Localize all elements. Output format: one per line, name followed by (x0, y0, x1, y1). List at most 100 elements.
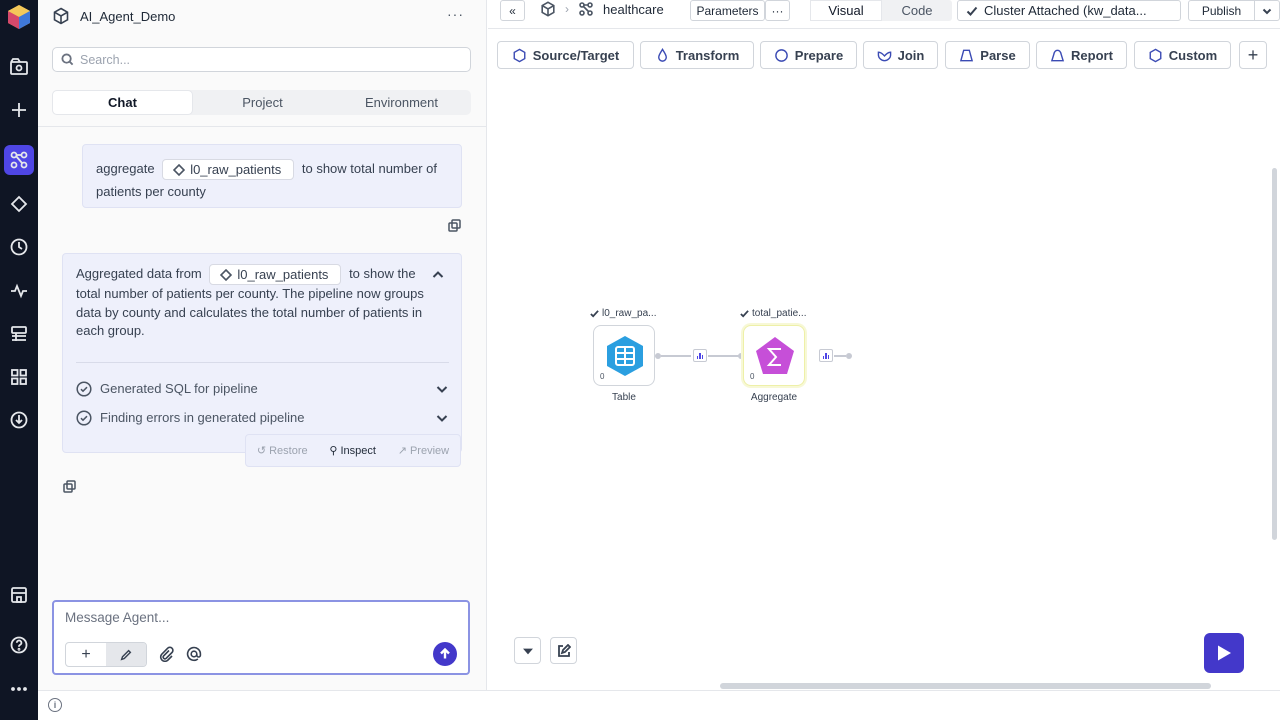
project-menu-button[interactable]: ··· (447, 6, 464, 22)
history-icon[interactable] (4, 232, 34, 262)
mention-button[interactable] (185, 645, 203, 663)
inspect-button[interactable]: ⚲ Inspect (329, 444, 376, 458)
tab-project[interactable]: Project (193, 90, 332, 115)
project-title: AI_Agent_Demo (80, 8, 176, 24)
step-label: Generated SQL for pipeline (100, 380, 258, 396)
info-icon[interactable]: i (48, 698, 62, 712)
publish-split-button: Publish (1188, 0, 1280, 21)
dataset-chip[interactable]: l0_raw_patients (209, 264, 342, 285)
gem-prepare-button[interactable]: Prepare (760, 41, 857, 69)
divider (488, 28, 1280, 29)
gem-custom-button[interactable]: Custom (1134, 41, 1231, 69)
table-node[interactable]: 0 (593, 325, 655, 386)
check-circle-icon (76, 381, 92, 397)
copy-button[interactable] (448, 219, 461, 235)
tab-chat[interactable]: Chat (52, 90, 193, 115)
edit-mode-button[interactable] (106, 643, 146, 666)
gem-icon[interactable] (4, 189, 34, 219)
trapezoid-icon (960, 49, 974, 61)
arrow-up-right-icon: ↗ (397, 445, 407, 457)
canvas-dropdown-button[interactable] (514, 637, 541, 664)
gem-report-button[interactable]: Report (1036, 41, 1127, 69)
run-pipeline-button[interactable] (1204, 633, 1244, 673)
copy-icon (63, 480, 76, 493)
plus-icon[interactable] (4, 95, 34, 125)
user-message-text: aggregate (96, 161, 155, 176)
connection[interactable] (661, 355, 691, 357)
step-item[interactable]: Finding errors in generated pipeline (76, 407, 449, 429)
app-logo-icon[interactable] (5, 3, 33, 31)
gem-transform-button[interactable]: Transform (640, 41, 754, 69)
chevron-down-icon (1262, 8, 1272, 14)
step-item[interactable]: Generated SQL for pipeline (76, 378, 449, 400)
aggregate-node[interactable]: 0 (743, 325, 805, 386)
vertical-scrollbar[interactable] (1272, 168, 1277, 540)
restore-button[interactable]: ↺ Restore (257, 444, 308, 458)
gem-join-button[interactable]: Join (863, 41, 938, 69)
send-button[interactable] (433, 642, 457, 666)
hexagon-icon (513, 48, 526, 62)
table-icon (607, 336, 643, 376)
gem-parse-button[interactable]: Parse (945, 41, 1030, 69)
pipeline-name[interactable]: healthcare (603, 2, 664, 17)
check-icon (590, 310, 599, 318)
sigma-icon (756, 337, 794, 374)
more-icon[interactable] (4, 674, 34, 704)
gem-icon (220, 268, 233, 281)
projects-icon[interactable] (4, 52, 34, 82)
node-count: 0 (600, 372, 605, 381)
caret-down-icon (522, 648, 533, 654)
gem-label: Join (897, 47, 925, 63)
datasets-icon[interactable] (4, 319, 34, 349)
pipeline-topbar: « › healthcare Parameters ··· Visual Cod… (488, 0, 1280, 22)
connection[interactable] (834, 355, 846, 357)
apps-grid-icon[interactable] (4, 362, 34, 392)
chevron-down-icon[interactable] (435, 411, 449, 425)
check-circle-icon (76, 410, 92, 426)
tab-code[interactable]: Code (882, 0, 952, 21)
publish-button[interactable]: Publish (1189, 1, 1255, 20)
circle-icon (774, 48, 788, 62)
copy-icon (448, 219, 461, 232)
edit-canvas-button[interactable] (550, 637, 577, 664)
collapse-panel-button[interactable]: « (500, 0, 525, 21)
parameters-button[interactable]: Parameters (690, 0, 765, 21)
dataset-chip[interactable]: l0_raw_patients (162, 159, 295, 181)
preview-button[interactable]: ↗ Preview (397, 444, 449, 458)
gem-source-target-button[interactable]: Source/Target (497, 41, 634, 69)
tab-visual[interactable]: Visual (810, 0, 882, 21)
divider (38, 126, 487, 127)
horizontal-scrollbar[interactable] (720, 683, 1211, 689)
more-options-button[interactable]: ··· (765, 0, 790, 21)
cluster-dropdown[interactable]: Cluster Attached (kw_data... (957, 0, 1181, 21)
activity-icon[interactable] (4, 276, 34, 306)
search-input[interactable] (80, 52, 460, 67)
publish-options-button[interactable] (1255, 1, 1279, 20)
gem-label: Prepare (794, 47, 844, 63)
step-label: Finding errors in generated pipeline (100, 409, 305, 425)
add-gem-button[interactable]: + (1239, 41, 1267, 69)
arrow-up-icon (440, 648, 450, 659)
data-preview-button[interactable] (819, 349, 833, 362)
add-button[interactable]: + (66, 643, 106, 666)
help-icon[interactable] (4, 630, 34, 660)
message-input[interactable] (65, 610, 445, 625)
attach-button[interactable] (157, 645, 175, 663)
copy-button[interactable] (63, 480, 76, 496)
pipelines-icon[interactable] (4, 145, 34, 175)
connection[interactable] (708, 355, 739, 357)
search-box (52, 47, 471, 72)
download-icon[interactable] (4, 405, 34, 435)
panel-tabs: Chat Project Environment (52, 90, 471, 115)
collapse-message-button[interactable] (431, 268, 445, 288)
cube-icon[interactable] (540, 1, 556, 17)
store-icon[interactable] (4, 580, 34, 610)
pencil-icon (120, 649, 132, 660)
tab-environment[interactable]: Environment (332, 90, 471, 115)
data-preview-button[interactable] (693, 349, 707, 362)
node-label: Aggregate (750, 392, 798, 403)
join-icon (877, 51, 891, 61)
chevron-down-icon[interactable] (435, 382, 449, 396)
output-port[interactable] (846, 353, 852, 359)
app-rail (0, 0, 38, 720)
